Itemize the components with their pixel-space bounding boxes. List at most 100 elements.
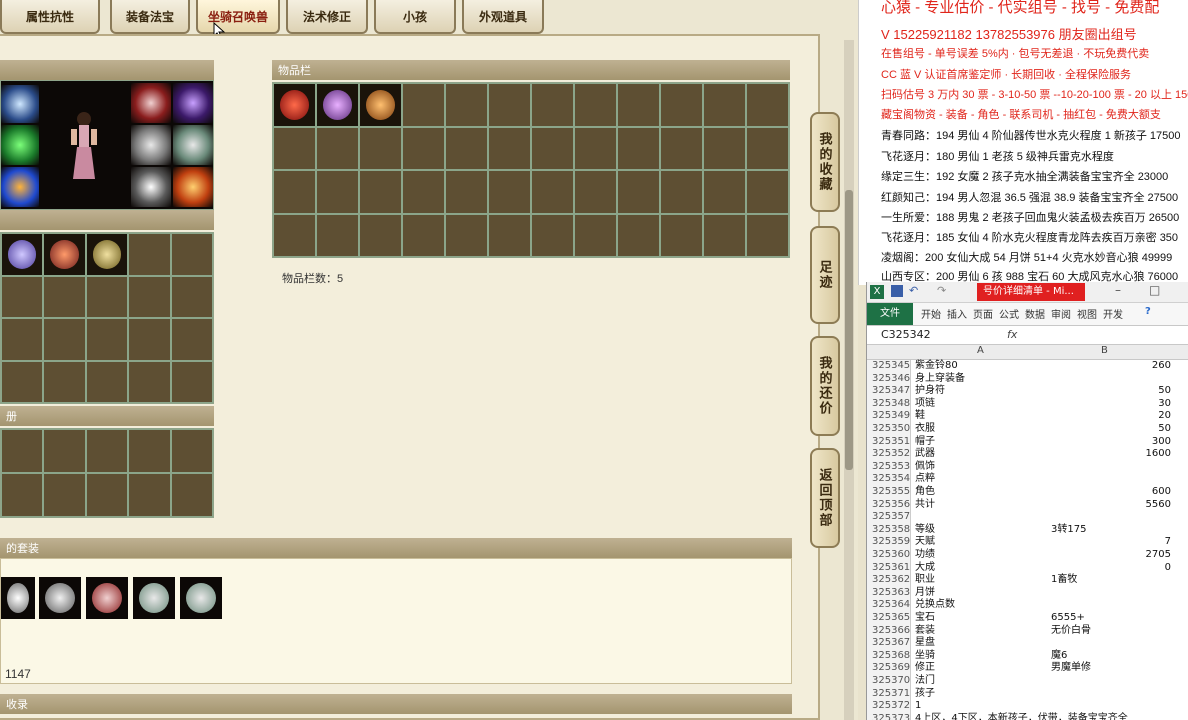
cell-b[interactable]: 无价白骨 [1051,625,1171,638]
inventory-slot[interactable] [660,126,703,170]
row-number[interactable]: 325354 [867,473,911,486]
tab-equipment[interactable]: 装备法宝 [110,0,190,34]
cell-a[interactable]: 等级 [915,524,935,537]
grid-slot[interactable] [1,233,44,276]
inventory-slot[interactable] [660,83,703,127]
row-number[interactable]: 325373 [867,712,911,720]
row-number[interactable]: 325356 [867,498,911,512]
cell-a[interactable]: 紫金铃80 [915,360,958,373]
suit-item[interactable] [180,577,222,619]
ribbon-tab-developer[interactable]: 开发 [1103,306,1123,321]
file-tab[interactable]: 文件 [867,303,913,325]
inventory-slot[interactable] [445,213,488,257]
row-number[interactable]: 325366 [867,624,911,638]
grid-slot[interactable] [128,233,171,276]
inventory-slot[interactable] [488,170,531,214]
spreadsheet-row[interactable]: 325360 功绩 2705 [867,549,1188,562]
grid-slot[interactable] [128,275,171,318]
inventory-slot[interactable] [660,170,703,214]
minimize-icon[interactable]: – [1115,283,1121,297]
inventory-slot[interactable] [574,213,617,257]
armor-slot-icon[interactable] [131,125,171,165]
cell-a[interactable]: 衣服 [915,423,935,436]
inventory-slot[interactable] [746,83,789,127]
spreadsheet-row[interactable]: 325373 4上区，4下区，本新孩子，伏带，装备宝宝齐全 [867,712,1188,720]
cell-a[interactable]: 宝石 [915,612,935,625]
row-number[interactable]: 325368 [867,649,911,663]
spreadsheet-row[interactable]: 325345 紫金铃80 260 [867,360,1188,373]
cell-b[interactable]: 6555+ [1051,612,1171,625]
grid-slot[interactable] [85,429,129,473]
spreadsheet-row[interactable]: 325352 武器 1600 [867,448,1188,461]
grid-slot[interactable] [1,275,44,318]
back-to-top-button[interactable]: 返回顶部 [810,448,840,548]
helmet-slot-icon[interactable] [131,83,171,123]
grid-slot[interactable] [1,473,44,517]
spreadsheet-row[interactable]: 325362 职业 1畜牧 [867,574,1188,587]
cell-a[interactable]: 点粹 [915,473,935,486]
inventory-slot[interactable] [746,170,789,214]
cell-a[interactable]: 月饼 [915,587,935,600]
row-number[interactable]: 325357 [867,511,911,524]
row-number[interactable]: 325353 [867,460,911,474]
cell-a[interactable]: 项链 [915,398,935,411]
cell-a[interactable]: 鞋 [915,410,925,423]
inventory-slot[interactable] [273,213,316,257]
inventory-slot[interactable] [574,170,617,214]
spreadsheet-row[interactable]: 325366 套装 无价白骨 [867,624,1188,638]
grid-slot[interactable] [170,360,213,403]
ribbon-tab-insert[interactable]: 插入 [947,306,967,321]
cell-a[interactable]: 功绩 [915,549,935,562]
inventory-slot[interactable] [402,83,445,127]
cell-a[interactable]: 孩子 [915,688,935,701]
row-number[interactable]: 325364 [867,599,911,612]
row-number[interactable]: 325352 [867,448,911,461]
grid-slot[interactable] [85,275,129,318]
cell-a[interactable]: 4上区，4下区，本新孩子，伏带，装备宝宝齐全 [915,713,1128,720]
inventory-slot[interactable] [703,213,746,257]
necklace-slot-icon[interactable] [173,83,213,123]
row-number[interactable]: 325350 [867,423,911,436]
inventory-slot[interactable] [617,213,660,257]
suit-item[interactable] [86,577,128,619]
grid-slot[interactable] [85,360,129,403]
suit-item[interactable] [1,577,35,619]
grid-slot[interactable] [43,473,86,517]
spreadsheet-row[interactable]: 325370 法门 [867,675,1188,688]
cell-a[interactable]: 武器 [915,448,935,461]
grid-slot[interactable] [85,233,129,276]
grid-slot[interactable] [43,318,86,361]
cell-b[interactable]: 魔6 [1051,650,1171,663]
cell-a[interactable]: 共计 [915,499,935,512]
grid-slot[interactable] [85,473,129,517]
inventory-slot[interactable] [531,126,574,170]
cell-a[interactable]: 护身符 [915,385,945,398]
spreadsheet-row[interactable]: 325346 身上穿装备 [867,372,1188,386]
redo-icon[interactable]: ↷ [937,284,946,297]
cell-b[interactable]: 5560 [1051,499,1171,512]
ribbon-tab-review[interactable]: 审阅 [1051,306,1071,321]
row-number[interactable]: 325346 [867,372,911,386]
spreadsheet-row[interactable]: 325367 星盘 [867,637,1188,650]
inventory-slot[interactable] [359,126,402,170]
inventory-slot[interactable] [488,83,531,127]
spreadsheet-row[interactable]: 325347 护身符 50 [867,385,1188,398]
ribbon-tab-formulas[interactable]: 公式 [999,306,1019,321]
grid-slot[interactable] [43,275,86,318]
row-number[interactable]: 325370 [867,675,911,688]
belt-slot-icon[interactable] [173,125,213,165]
ribbon-tab-layout[interactable]: 页面 [973,306,993,321]
spreadsheet-row[interactable]: 325350 衣服 50 [867,423,1188,436]
spreadsheet-row[interactable]: 325354 点粹 [867,473,1188,486]
inventory-slot[interactable] [359,83,402,127]
row-number[interactable]: 325362 [867,574,911,587]
inventory-slot[interactable] [531,213,574,257]
cell-b[interactable]: 260 [1051,360,1171,373]
column-header-b[interactable]: B [1101,345,1108,356]
function-icon[interactable]: fx [1007,328,1017,341]
tab-attributes[interactable]: 属性抗性 [0,0,100,34]
grid-slot[interactable] [43,360,86,403]
cell-b[interactable]: 600 [1051,486,1171,499]
spreadsheet-row[interactable]: 325364 兑换点数 [867,599,1188,612]
tab-mounts-pets[interactable]: 坐骑召唤兽 [196,0,280,34]
